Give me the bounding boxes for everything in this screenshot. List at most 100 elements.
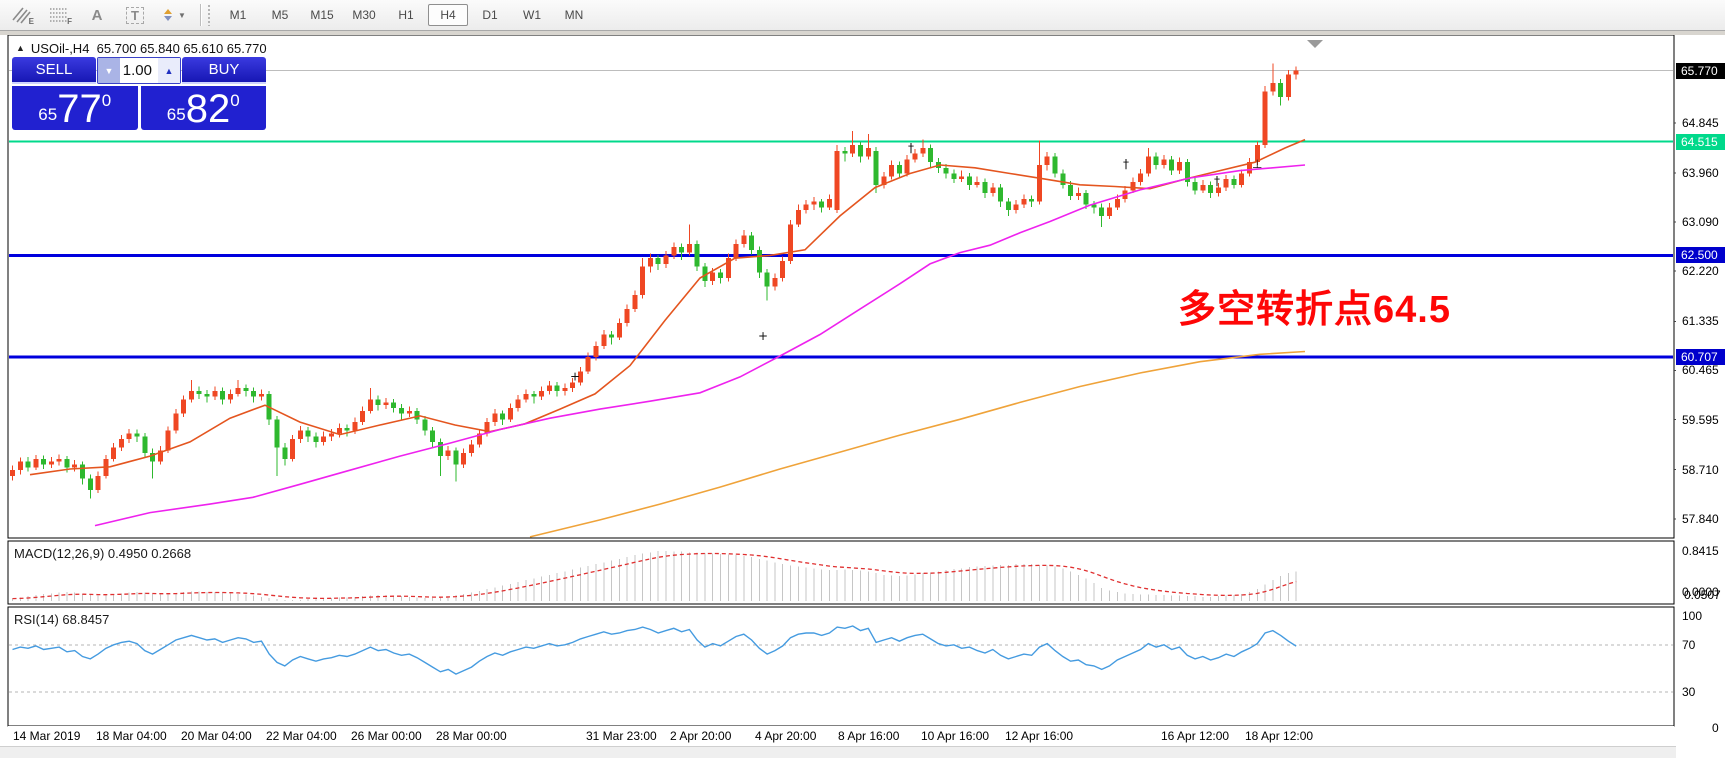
candle-body [33,459,38,467]
candle-body [197,391,202,394]
candle-body [181,400,186,414]
candle-body [173,414,178,431]
candle-body [1231,179,1236,185]
candle-body [998,188,1003,202]
macd-label: MACD(12,26,9) 0.4950 0.2668 [14,546,191,561]
rsi-axis-label: 70 [1682,638,1695,653]
time-axis[interactable]: 14 Mar 201918 Mar 04:0020 Mar 04:0022 Ma… [8,726,1674,746]
fibonacci-retracement-icon[interactable]: F [42,2,76,28]
chart-region[interactable]: ++†††⊥ ▲USOil-,H4 65.700 65.840 65.610 6… [0,35,1725,758]
tf-button-M15[interactable]: M15 [302,4,342,26]
buy-button[interactable]: BUY [182,57,266,84]
chart-canvas[interactable]: ++†††⊥ [0,35,1725,758]
candle-body [695,244,700,267]
status-strip [0,746,1725,758]
tf-button-W1[interactable]: W1 [512,4,552,26]
candle-body [710,272,715,280]
candle-body [1021,199,1026,205]
candle-body [251,391,256,397]
candle-body [166,431,171,451]
candle-body [1014,205,1019,211]
candle-body [329,433,334,436]
tf-button-MN[interactable]: MN [554,4,594,26]
tf-button-M1[interactable]: M1 [218,4,258,26]
candle-body [1130,182,1135,190]
volume-input[interactable]: 1.00 [120,58,158,83]
candle-body [983,182,988,193]
tf-button-M30[interactable]: M30 [344,4,384,26]
trade-marker: † [1123,157,1129,171]
candle-body [625,309,630,323]
arrows-icon[interactable]: ▼ [156,2,190,28]
candle-body [570,383,575,389]
candle-body [189,391,194,399]
candle-body [718,272,723,278]
candle-body [1037,165,1042,202]
candle-body [26,462,31,468]
sell-button[interactable]: SELL [12,57,96,84]
trade-marker: † [908,141,914,155]
candle-body [555,385,560,391]
rsi-axis-label: 100 [1682,609,1702,624]
candle-body [376,400,381,406]
candle-body [80,465,85,479]
tf-button-H1[interactable]: H1 [386,4,426,26]
time-label: 16 Apr 12:00 [1161,729,1229,743]
volume-up-icon[interactable]: ▲ [158,58,180,83]
dropdown-caret-icon[interactable]: ▼ [178,11,186,20]
tf-button-M5[interactable]: M5 [260,4,300,26]
text-label-icon[interactable]: A [80,2,114,28]
sell-price-small: 65 [38,105,57,125]
candle-body [749,236,754,250]
buy-price-sup: 0 [230,91,239,111]
toolbar-grip[interactable] [207,4,212,26]
candle-body [858,145,863,156]
candle-body [648,258,653,266]
tool-sub-label: F [67,17,72,26]
collapse-arrow-icon[interactable]: ▲ [16,43,25,53]
trade-marker: † [1214,174,1220,188]
trade-marker: + [758,329,768,343]
candle-body [1263,92,1268,146]
tf-button-D1[interactable]: D1 [470,4,510,26]
candle-body [500,414,505,420]
candle-body [811,202,816,205]
candle-body [640,267,645,295]
price-axis[interactable]: 64.84563.96063.09062.22061.33560.46559.5… [1676,35,1725,758]
letter-a-glyph: A [92,7,103,24]
candle-body [920,148,925,154]
candle-body [827,199,832,207]
candle-body [1053,157,1058,174]
buy-quote[interactable]: 65 82 0 [141,86,267,130]
candle-body [352,422,357,430]
candle-body [446,450,451,456]
candle-body [1076,193,1081,196]
tf-button-H4[interactable]: H4 [428,4,468,26]
candle-body [430,431,435,442]
sell-quote[interactable]: 65 77 0 [12,86,138,130]
equidistant-channel-icon[interactable]: E [4,2,38,28]
candle-body [951,173,956,179]
textbox-icon[interactable]: T [118,2,152,28]
candle-body [967,176,972,184]
time-label: 22 Mar 04:00 [266,729,337,743]
time-label: 28 Mar 00:00 [436,729,507,743]
rsi-axis-label: 0 [1712,721,1719,736]
candle-body [734,244,739,258]
candle-body [1278,83,1283,97]
time-label: 2 Apr 20:00 [670,729,731,743]
candle-body [632,295,637,309]
symbol-label: USOil-,H4 [31,41,90,56]
one-click-trade-panel: SELL ▼ 1.00 ▲ BUY 65 77 0 65 82 0 [12,57,266,130]
candle-body [671,247,676,255]
price-tick-label: 61.335 [1682,314,1719,329]
candle-body [842,151,847,154]
trade-marker: ⊥ [1252,157,1262,171]
price-tick-label: 63.960 [1682,166,1719,181]
candle-body [1177,162,1182,170]
price-tick-label: 58.710 [1682,463,1719,478]
volume-down-icon[interactable]: ▼ [98,58,120,83]
candle-body [49,462,54,465]
buy-price-small: 65 [167,105,186,125]
candle-body [290,439,295,459]
